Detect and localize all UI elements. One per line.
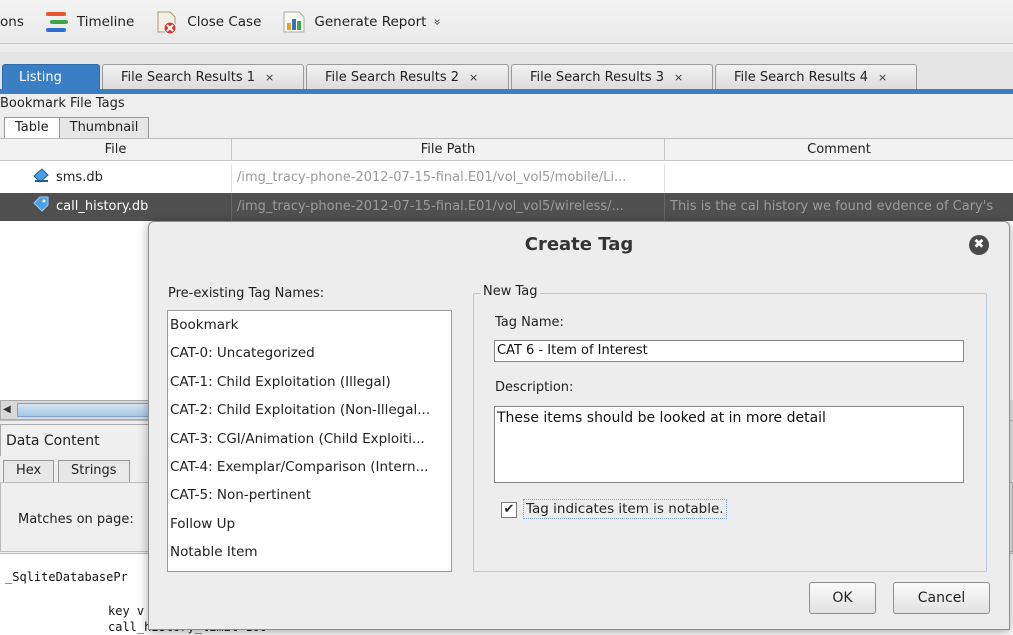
list-item[interactable]: CAT-0: Uncategorized	[170, 339, 450, 367]
tab-hex[interactable]: Hex	[3, 460, 55, 482]
listing-view-tabs: Table Thumbnail	[0, 117, 150, 138]
list-item[interactable]: CAT-3: CGI/Animation (Child Exploiti...	[170, 425, 450, 453]
database-file-icon	[33, 167, 50, 184]
tab-close-icon[interactable]: ×	[469, 71, 478, 84]
tab-close-icon[interactable]: ×	[674, 71, 683, 84]
tab-file-search-results-1[interactable]: File Search Results 1 ×	[102, 64, 304, 89]
cell-file: call_history.db	[0, 193, 232, 221]
tab-label: File Search Results 3	[530, 69, 665, 85]
create-tag-dialog: Create Tag ✖ Pre-existing Tag Names: Boo…	[148, 221, 1010, 630]
tab-bar-accent-line	[0, 89, 1013, 94]
dialog-title: Create Tag	[524, 234, 634, 255]
timeline-label: Timeline	[76, 13, 135, 30]
scrollbar-thumb[interactable]	[17, 403, 157, 417]
list-item[interactable]: CAT-1: Child Exploitation (Illegal)	[170, 368, 450, 396]
tab-data-content[interactable]: Data Content	[0, 424, 150, 456]
tab-label: File Search Results 2	[325, 69, 460, 85]
column-header-file[interactable]: File	[0, 139, 232, 161]
tab-thumbnail-view[interactable]: Thumbnail	[58, 117, 150, 138]
close-case-button[interactable]: Close Case	[148, 5, 275, 39]
table-row-selected[interactable]: call_history.db /img_tracy-phone-2012-07…	[0, 193, 1013, 221]
description-field[interactable]: These items should be looked at in more …	[494, 406, 964, 483]
database-file-icon	[33, 196, 50, 213]
cell-comment	[665, 164, 1013, 192]
timeline-icon	[44, 9, 70, 35]
preexisting-tags-list[interactable]: Bookmark CAT-0: Uncategorized CAT-1: Chi…	[167, 310, 452, 572]
timeline-button[interactable]: Timeline	[38, 5, 148, 39]
ok-button[interactable]: OK	[809, 582, 876, 614]
list-item[interactable]: Bookmark	[170, 311, 450, 339]
generate-report-button[interactable]: Generate Report »	[275, 5, 447, 39]
scroll-left-arrow-icon[interactable]: ◀	[3, 404, 11, 415]
cancel-button[interactable]: Cancel	[893, 582, 990, 614]
tab-file-search-results-3[interactable]: File Search Results 3 ×	[511, 64, 713, 89]
tab-close-icon[interactable]: ×	[265, 71, 274, 84]
file-name: call_history.db	[56, 199, 149, 214]
new-tag-legend: New Tag	[481, 284, 540, 299]
tab-table-view[interactable]: Table	[4, 117, 60, 138]
cell-file: sms.db	[0, 164, 232, 192]
tag-name-field[interactable]: CAT 6 - Item of Interest	[494, 340, 964, 362]
tab-label: Listing	[19, 69, 62, 85]
report-chart-icon	[281, 9, 307, 35]
table-row[interactable]: sms.db /img_tracy-phone-2012-07-15-final…	[0, 164, 1013, 192]
tab-label: File Search Results 4	[734, 69, 869, 85]
tab-file-search-results-4[interactable]: File Search Results 4 ×	[715, 64, 917, 89]
tab-strings[interactable]: Strings	[58, 460, 130, 482]
table-horizontal-scrollbar[interactable]: ◀	[0, 400, 160, 420]
tag-name-label: Tag Name:	[495, 315, 564, 330]
list-item[interactable]: Follow Up	[170, 510, 450, 538]
column-header-comment[interactable]: Comment	[665, 139, 1013, 161]
description-label: Description:	[495, 380, 574, 395]
generate-report-label: Generate Report	[314, 13, 427, 30]
cell-file-path: /img_tracy-phone-2012-07-15-final.E01/vo…	[232, 164, 665, 192]
close-icon[interactable]: ✖	[969, 235, 989, 255]
strings-line: key v	[108, 604, 145, 618]
cell-file-path: /img_tracy-phone-2012-07-15-final.E01/vo…	[232, 193, 665, 221]
listing-subtitle: Bookmark File Tags	[0, 96, 125, 111]
list-item[interactable]: CAT-5: Non-pertinent	[170, 481, 450, 509]
strings-line: _SqliteDatabasePr	[5, 570, 128, 584]
list-item[interactable]: CAT-2: Child Exploitation (Non-Illegal..…	[170, 396, 450, 424]
list-item[interactable]: Notable Item	[170, 538, 450, 566]
preexisting-tags-label: Pre-existing Tag Names:	[168, 286, 325, 301]
notable-checkbox[interactable]: ✔	[501, 502, 517, 518]
main-toolbar: ons Timeline Close Case Generate Report …	[0, 0, 1013, 44]
toolbar-overflow-icon[interactable]: »	[431, 18, 445, 25]
close-case-icon	[154, 9, 180, 35]
column-header-file-path[interactable]: File Path	[232, 139, 665, 161]
tab-listing[interactable]: Listing	[2, 64, 100, 89]
tab-close-icon[interactable]: ×	[878, 71, 887, 84]
tab-file-search-results-2[interactable]: File Search Results 2 ×	[306, 64, 509, 89]
file-name: sms.db	[56, 170, 103, 185]
toolbar-partial-button[interactable]: ons	[0, 5, 38, 39]
list-item[interactable]: CAT-4: Exemplar/Comparison (Intern...	[170, 453, 450, 481]
tab-label: File Search Results 1	[121, 69, 256, 85]
toolbar-partial-label: ons	[0, 13, 24, 30]
notable-checkbox-label[interactable]: Tag indicates item is notable.	[523, 499, 727, 519]
close-case-label: Close Case	[187, 13, 262, 30]
cell-comment: This is the cal history we found evdence…	[670, 199, 994, 214]
table-header: File File Path Comment	[0, 139, 1013, 161]
matches-on-page-label: Matches on page:	[18, 512, 134, 527]
